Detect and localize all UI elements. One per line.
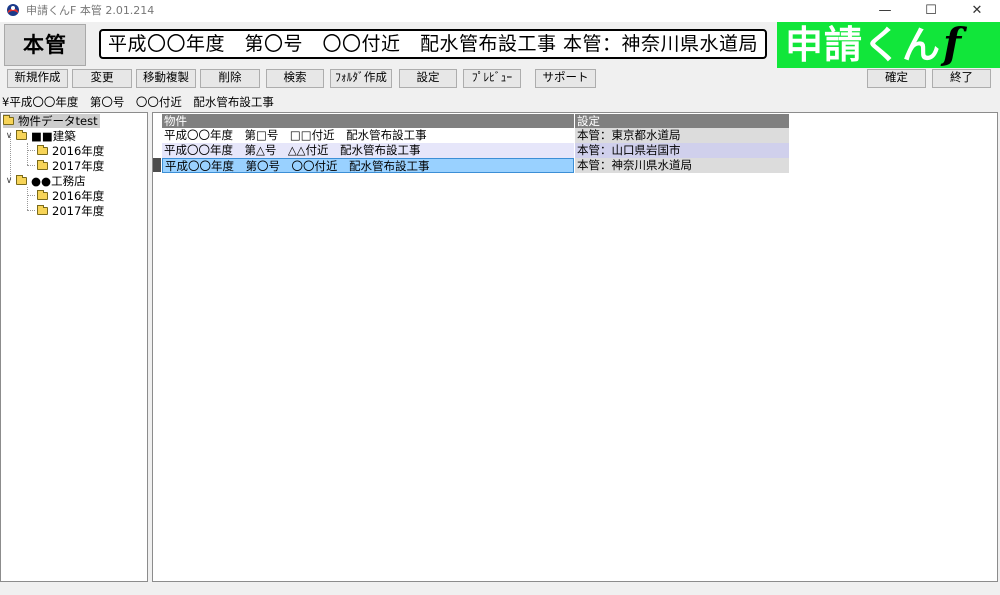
folder-icon [37, 190, 48, 200]
folder-icon [16, 130, 27, 140]
maximize-button[interactable]: ☐ [908, 0, 954, 22]
support-button[interactable]: サポート [535, 69, 596, 88]
tree-connector [27, 210, 35, 211]
folder-icon [16, 175, 27, 185]
app-icon [7, 4, 19, 16]
title-bar: 申請くんF 本管 2.01.214 — ☐ ✕ [0, 0, 1000, 22]
tree-item-year[interactable]: 2016年度 [37, 144, 104, 159]
tree-connector [27, 195, 35, 196]
exit-button[interactable]: 終了 [932, 69, 991, 88]
tree-connector [27, 187, 28, 210]
row-property: 平成〇〇年度 第△号 △△付近 配水管布設工事 [162, 143, 574, 158]
move-copy-button[interactable]: 移動複製 [136, 69, 196, 88]
confirm-button[interactable]: 確定 [867, 69, 926, 88]
row-indicator [153, 158, 161, 172]
mode-label: 本管 [4, 24, 86, 66]
tree-item-group[interactable]: ∨ ●●工務店 [4, 174, 86, 189]
folder-icon [3, 115, 14, 125]
property-list[interactable]: 物件 設定 平成〇〇年度 第□号 □□付近 配水管布設工事 本管：東京都水道局 … [152, 112, 998, 582]
folder-icon [37, 160, 48, 170]
tree-connector [27, 165, 35, 166]
folder-create-button[interactable]: ﾌｫﾙﾀﾞ作成 [330, 69, 392, 88]
folder-tree[interactable]: 物件データtest ∨ ■■建築 2016年度 2017年度 ∨ ●●工務店 201… [0, 112, 148, 582]
header-title: 平成〇〇年度 第〇号 〇〇付近 配水管布設工事 本管：神奈川県水道局 [99, 29, 767, 59]
column-header-setting[interactable]: 設定 [575, 114, 789, 128]
folder-icon [37, 205, 48, 215]
preview-button[interactable]: ﾌﾟﾚﾋﾞｭｰ [463, 69, 521, 88]
row-setting: 本管：山口県岩国市 [575, 143, 789, 158]
folder-icon [37, 145, 48, 155]
logo: 申請くんf [777, 22, 1000, 68]
window-title: 申請くんF 本管 2.01.214 [26, 4, 155, 17]
new-button[interactable]: 新規作成 [7, 69, 68, 88]
close-button[interactable]: ✕ [954, 0, 1000, 22]
logo-suffix: f [943, 22, 963, 68]
tree-root[interactable]: 物件データtest [3, 114, 100, 129]
chevron-down-icon[interactable]: ∨ [4, 174, 14, 189]
settings-button[interactable]: 設定 [399, 69, 457, 88]
tree-item-year[interactable]: 2017年度 [37, 159, 104, 174]
row-property: 平成〇〇年度 第〇号 〇〇付近 配水管布設工事 [162, 158, 574, 173]
tree-item-year[interactable]: 2016年度 [37, 189, 104, 204]
logo-text: 申請くんf [785, 22, 962, 68]
tree-item-group[interactable]: ∨ ■■建築 [4, 129, 76, 144]
row-property: 平成〇〇年度 第□号 □□付近 配水管布設工事 [162, 128, 574, 143]
minimize-button[interactable]: — [862, 0, 908, 22]
tree-item-year[interactable]: 2017年度 [37, 204, 104, 219]
row-setting: 本管：神奈川県水道局 [575, 158, 789, 173]
edit-button[interactable]: 変更 [72, 69, 132, 88]
row-setting: 本管：東京都水道局 [575, 128, 789, 143]
delete-button[interactable]: 削除 [200, 69, 260, 88]
current-path: ¥平成〇〇年度 第〇号 〇〇付近 配水管布設工事 [2, 95, 274, 109]
column-header-property[interactable]: 物件 [162, 114, 574, 128]
search-button[interactable]: 検索 [266, 69, 324, 88]
tree-connector [27, 150, 35, 151]
chevron-down-icon[interactable]: ∨ [4, 129, 14, 144]
tree-connector [27, 143, 28, 165]
